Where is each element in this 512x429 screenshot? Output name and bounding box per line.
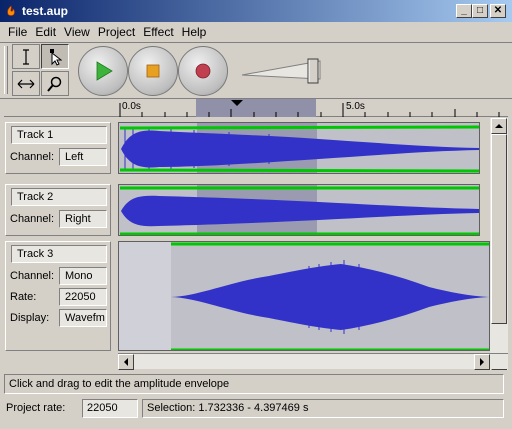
track-3-rate-value[interactable]: 22050 (59, 288, 107, 306)
pointer-icon (50, 48, 62, 66)
track-2-channel-value[interactable]: Right (59, 210, 107, 228)
app-icon (7, 5, 15, 16)
track-2-info[interactable]: Track 2 Channel: Right (5, 184, 111, 236)
timeshift-tool[interactable] (12, 71, 40, 96)
ruler-label-5: 5.0s (346, 101, 365, 112)
track-3-rate-label: Rate: (10, 291, 37, 303)
envelope-tool[interactable] (41, 44, 69, 69)
window-title: test.aup (22, 4, 69, 18)
menu-edit[interactable]: Edit (31, 25, 60, 39)
track-2-waveform[interactable] (118, 184, 480, 236)
track-3-display-value[interactable]: Wavefm (59, 309, 107, 327)
menu-view[interactable]: View (60, 25, 94, 39)
ruler-label-0: 0.0s (122, 101, 141, 112)
minimize-icon: _ (461, 5, 467, 16)
record-icon (195, 63, 211, 79)
arrow-left-icon (124, 358, 128, 366)
horizontal-scrollbar[interactable] (118, 353, 508, 370)
minimize-button[interactable]: _ (456, 4, 472, 18)
record-button[interactable] (178, 46, 228, 96)
selection-readout: Selection: 1.732336 - 4.397469 s (142, 399, 504, 418)
close-icon: ✕ (493, 5, 503, 16)
scroll-up-button[interactable] (491, 118, 507, 134)
toolbar-divider (0, 42, 512, 43)
maximize-button[interactable]: □ (472, 4, 488, 18)
arrow-right-icon (480, 358, 484, 366)
stop-icon (146, 64, 160, 78)
track-1-name[interactable]: Track 1 (11, 126, 107, 144)
tool-panel (10, 44, 70, 96)
track-1-channel-label: Channel: (10, 151, 55, 163)
play-icon (96, 61, 113, 81)
selection-tool[interactable] (12, 44, 40, 69)
play-button[interactable] (78, 46, 128, 96)
ibeam-icon (23, 48, 29, 65)
zoom-tool[interactable] (41, 71, 69, 96)
menu-file[interactable]: File (4, 25, 31, 39)
track-2-channel-label: Channel: (10, 213, 55, 225)
scroll-left-button[interactable] (118, 354, 134, 370)
project-rate-label: Project rate: (6, 402, 66, 414)
vertical-scrollbar[interactable] (490, 118, 508, 370)
status-message: Click and drag to edit the amplitude env… (4, 374, 504, 394)
title-bar: test.aup (0, 0, 512, 22)
track-3-display-label: Display: (10, 312, 50, 324)
ruler-spacer (4, 100, 118, 117)
track-1-wave-svg (119, 123, 479, 173)
close-button[interactable]: ✕ (490, 4, 506, 18)
track-3-info[interactable]: Track 3 Channel: Mono Rate: 22050 Displa… (5, 241, 111, 351)
menu-bar: File Edit View Project Effect Help (0, 22, 512, 42)
timeline-ruler[interactable]: 0.0s 5.0s (118, 99, 508, 117)
vertical-scroll-thumb[interactable] (491, 134, 507, 324)
ruler-ticks (119, 100, 500, 117)
project-rate-value[interactable]: 22050 (82, 399, 138, 418)
maximize-icon: □ (476, 5, 484, 16)
track-1-waveform[interactable] (118, 122, 480, 174)
track-2-wave-svg (120, 185, 479, 235)
menu-effect[interactable]: Effect (139, 25, 177, 39)
menu-project[interactable]: Project (94, 25, 139, 39)
track-1-channel-value[interactable]: Left (59, 148, 107, 166)
volume-slider[interactable] (238, 55, 338, 85)
track-2-name[interactable]: Track 2 (11, 188, 107, 206)
toolbar-grip (4, 46, 8, 94)
track-3-waveform[interactable] (118, 241, 490, 351)
track-3-channel-value[interactable]: Mono (59, 267, 107, 285)
stop-button[interactable] (128, 46, 178, 96)
magnifier-icon (47, 76, 62, 92)
track-3-channel-label: Channel: (10, 270, 55, 282)
bottom-bar: Project rate: 22050 Selection: 1.732336 … (0, 398, 512, 420)
scroll-right-button[interactable] (474, 354, 490, 370)
double-arrow-icon (17, 79, 35, 88)
arrow-up-icon (495, 124, 503, 128)
track-3-wave-svg (171, 242, 489, 350)
track-3-name[interactable]: Track 3 (11, 245, 107, 263)
menu-help[interactable]: Help (178, 25, 211, 39)
track-1-info[interactable]: Track 1 Channel: Left (5, 122, 111, 174)
